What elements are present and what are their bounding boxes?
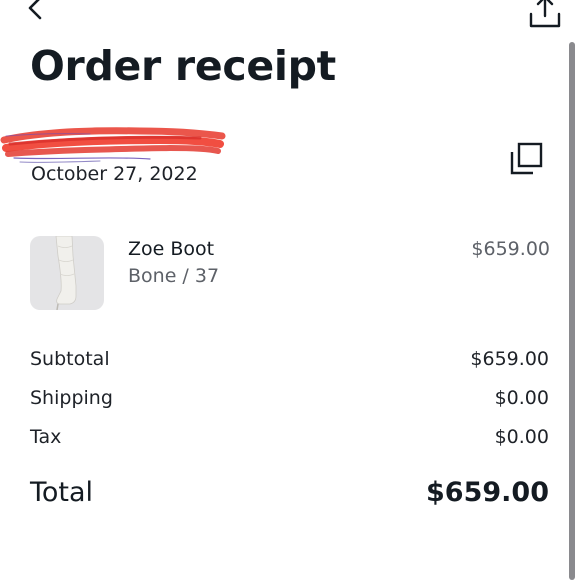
tax-label: Tax — [30, 426, 62, 448]
back-button[interactable] — [22, 0, 52, 26]
order-receipt-screen: Order receipt October 27, 2022 Zoe Boot … — [0, 0, 580, 580]
page-title: Order receipt — [30, 42, 336, 90]
shipping-value: $0.00 — [494, 387, 549, 409]
redaction-scribble — [0, 127, 226, 163]
chevron-left-icon — [28, 0, 42, 20]
subtotal-label: Subtotal — [30, 348, 110, 370]
product-thumbnail[interactable] — [30, 236, 104, 310]
product-name[interactable]: Zoe Boot — [128, 238, 214, 260]
share-icon — [529, 0, 561, 28]
order-date: October 27, 2022 — [31, 163, 198, 185]
boot-image — [55, 236, 77, 310]
copy-button[interactable] — [508, 141, 544, 177]
subtotal-value: $659.00 — [470, 348, 549, 370]
total-value: $659.00 — [426, 477, 549, 508]
shipping-label: Shipping — [30, 387, 113, 409]
tax-value: $0.00 — [494, 426, 549, 448]
product-variant: Bone / 37 — [128, 265, 220, 287]
scrollbar[interactable] — [569, 42, 575, 580]
copy-icon — [510, 142, 543, 175]
share-button[interactable] — [524, 0, 564, 30]
total-label: Total — [30, 477, 94, 508]
product-price: $659.00 — [471, 238, 550, 260]
